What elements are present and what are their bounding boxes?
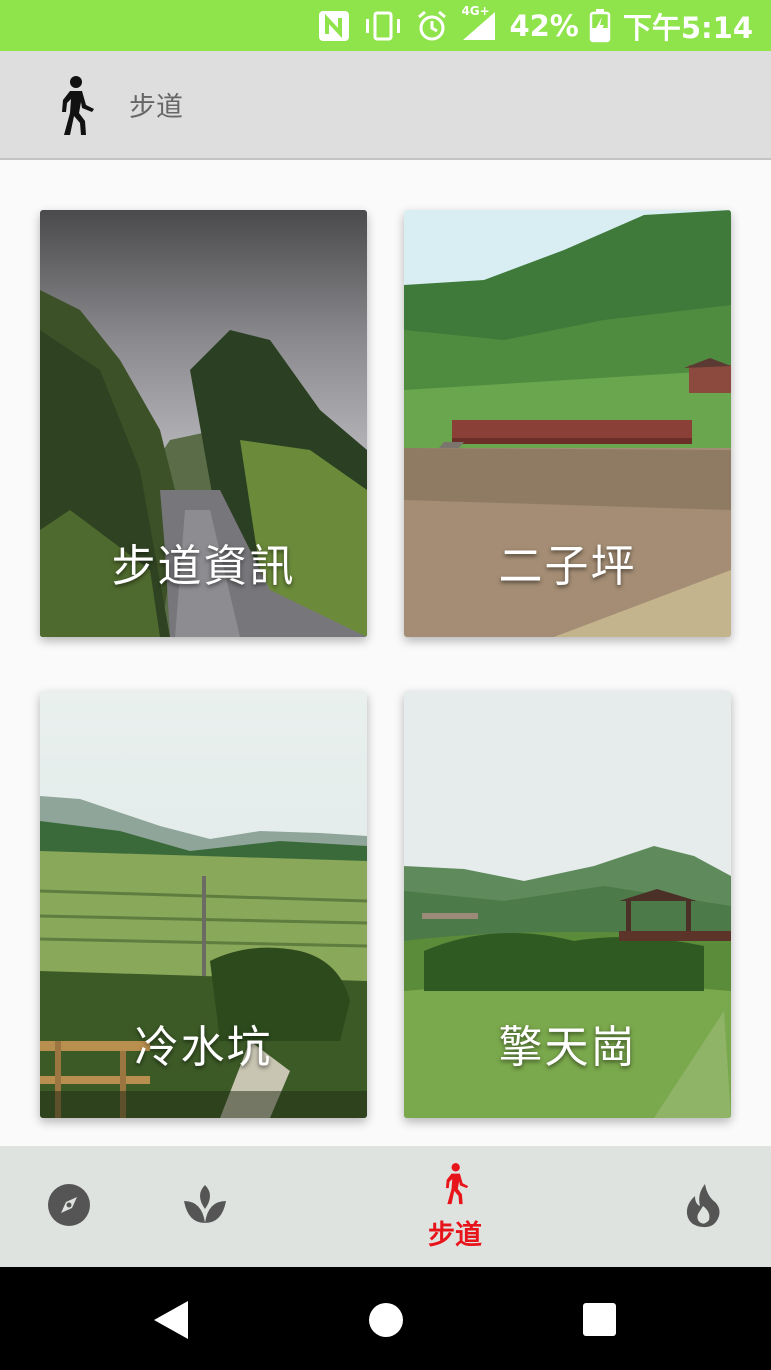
card-qingtiangang[interactable]: 擎天崗 — [404, 691, 731, 1118]
bottom-nav: 步道 — [0, 1146, 771, 1267]
card-label: 步道資訊 — [111, 541, 296, 592]
app-bar: 步道 — [0, 51, 771, 160]
card-label: 冷水坑 — [134, 1022, 273, 1073]
clock: 下午5:14 — [622, 10, 753, 45]
page-title: 步道 — [129, 92, 183, 123]
status-bar: 4G+ 42% 下午5:14 — [0, 0, 771, 51]
walking-person-icon — [439, 1161, 471, 1211]
sprout-icon — [182, 1183, 228, 1231]
card-erziping[interactable]: 二子坪 — [404, 210, 731, 637]
recents-icon[interactable] — [583, 1303, 616, 1340]
card-lengshuikeng[interactable]: 冷水坑 — [40, 691, 367, 1118]
nfc-icon — [317, 9, 351, 43]
nav-item-explore[interactable] — [46, 1146, 92, 1267]
compass-icon — [47, 1183, 91, 1231]
signal-icon: 4G+ — [461, 4, 497, 42]
nav-item-trails[interactable]: 步道 — [414, 1146, 496, 1267]
flame-icon — [685, 1182, 721, 1232]
home-icon[interactable] — [368, 1302, 404, 1342]
nav-label: 步道 — [428, 1220, 482, 1251]
battery-charging-icon — [589, 8, 611, 43]
trail-grid: 步道資訊 二子坪 冷水坑 擎天崗 — [0, 160, 771, 1146]
nav-item-popular[interactable] — [684, 1146, 722, 1267]
walking-person-icon — [52, 75, 98, 137]
card-label: 二子坪 — [498, 541, 637, 592]
system-nav-bar — [0, 1267, 771, 1370]
card-trail-info[interactable]: 步道資訊 — [40, 210, 367, 637]
alarm-icon — [415, 9, 449, 43]
card-label: 擎天崗 — [498, 1022, 637, 1073]
back-icon[interactable] — [152, 1300, 190, 1344]
nav-item-nature[interactable] — [182, 1146, 228, 1267]
battery-percentage: 42% — [509, 8, 579, 43]
vibrate-icon — [363, 10, 403, 42]
